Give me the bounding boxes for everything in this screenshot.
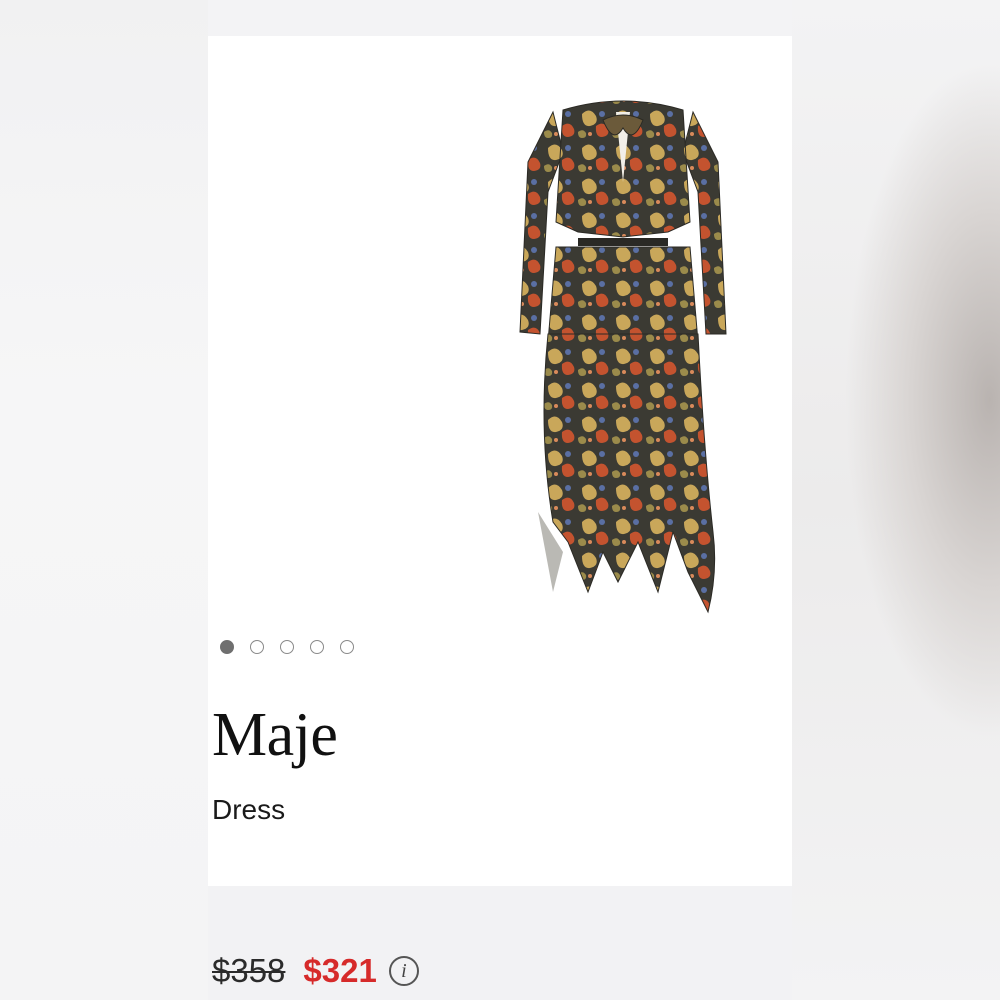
product-image[interactable] (508, 72, 738, 652)
product-panel: Maje Dress $358 $321 i (208, 0, 792, 1000)
background-right (792, 0, 1000, 1000)
carousel-dot-1[interactable] (220, 640, 234, 654)
carousel-dots (220, 640, 354, 654)
carousel-dot-2[interactable] (250, 640, 264, 654)
product-category: Dress (212, 794, 286, 825)
price-area: $358 $321 i (208, 886, 792, 1000)
product-card: Maje Dress (208, 36, 792, 886)
carousel-dot-4[interactable] (310, 640, 324, 654)
carousel-dot-3[interactable] (280, 640, 294, 654)
info-icon[interactable]: i (388, 956, 419, 986)
carousel-dot-5[interactable] (340, 640, 354, 654)
original-price: $358 (212, 952, 286, 989)
sale-price: $321 (303, 952, 377, 989)
top-strip (208, 0, 792, 36)
brand-name: Maje (212, 701, 338, 769)
price-row: $358 $321 i (212, 952, 419, 990)
background-left (0, 0, 208, 1000)
